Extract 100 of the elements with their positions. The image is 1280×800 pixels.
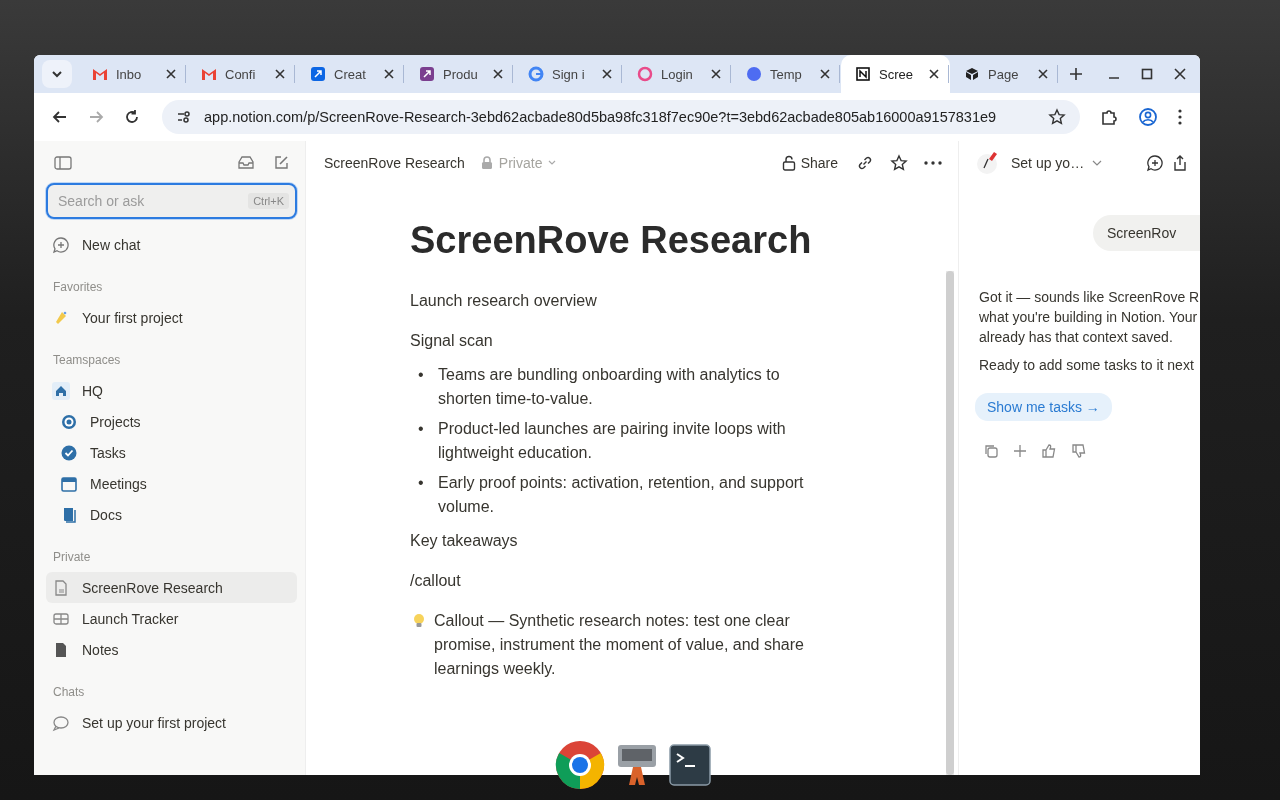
page-title: ScreenRove Research bbox=[410, 218, 813, 263]
show-tasks-button[interactable]: Show me tasks → bbox=[975, 393, 1112, 421]
mail-icon bbox=[201, 66, 217, 82]
shortcut-hint: Ctrl+K bbox=[248, 193, 289, 209]
section-heading: Private bbox=[52, 549, 92, 566]
scrollbar[interactable] bbox=[946, 271, 954, 775]
close-icon[interactable] bbox=[493, 69, 503, 79]
assistant-question: Ready to add some tasks to it next bbox=[979, 356, 1195, 375]
mail-icon bbox=[92, 66, 108, 82]
menu-icon[interactable] bbox=[1178, 109, 1182, 125]
chat-icon bbox=[52, 713, 70, 732]
address-bar[interactable]: app.notion.com/p/ScreenRove-Research-3ebd62acbade80d5ba98fc318f7ec90e?t=3ebd62acbade805ab16000a9157831e9 bbox=[162, 100, 1080, 134]
paragraph-text: Signal scan bbox=[410, 331, 494, 351]
sidebar-item[interactable]: Launch Tracker bbox=[46, 603, 297, 634]
calendar-icon bbox=[60, 474, 78, 493]
assistant-message: Got it — sounds like ScreenRove R what you're building in Notion. Your already has that context saved. bbox=[979, 288, 1200, 347]
browser-tab[interactable]: Scree bbox=[841, 55, 950, 93]
chat-title[interactable]: Set up yo… bbox=[1011, 155, 1085, 171]
chevron-down-icon[interactable] bbox=[1092, 160, 1103, 166]
sidebar-item[interactable]: ScreenRove Research bbox=[46, 572, 297, 603]
close-icon[interactable] bbox=[1174, 68, 1186, 80]
bullet-marker: • bbox=[418, 473, 425, 493]
section-heading: Teamspaces bbox=[52, 352, 122, 369]
sidebar-item[interactable]: Your first project bbox=[46, 302, 297, 333]
section-heading: Chats bbox=[52, 684, 86, 701]
extensions-icon[interactable] bbox=[1100, 108, 1118, 126]
browser-tab[interactable]: Login bbox=[623, 55, 732, 93]
site-icon bbox=[310, 66, 326, 82]
paragraph-text: /callout bbox=[410, 571, 462, 591]
sidebar-item[interactable]: Tasks bbox=[46, 437, 297, 468]
paragraph-text: Launch research overview bbox=[410, 291, 598, 311]
lock-icon bbox=[781, 155, 796, 171]
sidebar-item[interactable]: Meetings bbox=[46, 468, 297, 499]
new-tab-icon[interactable] bbox=[1069, 67, 1083, 81]
url-text: app.notion.com/p/ScreenRove-Research-3ebd62acbade80d5ba98fc318f7ec90e?t=3ebd62acbade805ab16000a9157831e9 bbox=[204, 109, 998, 125]
browser-tab[interactable]: Creat bbox=[296, 55, 405, 93]
maximize-icon[interactable] bbox=[1141, 68, 1153, 80]
bullet-marker: • bbox=[418, 365, 425, 385]
close-icon[interactable] bbox=[820, 69, 830, 79]
bullet-text: Teams are bundling onboarding with analytics to shorten time-to-value. bbox=[438, 365, 781, 409]
sidebar-item[interactable]: Projects bbox=[46, 406, 297, 437]
site-icon bbox=[419, 66, 435, 82]
more-icon[interactable] bbox=[924, 161, 942, 165]
caret-icon bbox=[51, 70, 63, 78]
close-icon[interactable] bbox=[275, 69, 285, 79]
link-icon[interactable] bbox=[856, 154, 874, 172]
reload-icon[interactable] bbox=[124, 109, 140, 125]
paragraph-text: Key takeaways bbox=[410, 531, 519, 551]
profile-icon[interactable] bbox=[1138, 107, 1158, 127]
close-icon[interactable] bbox=[1038, 69, 1048, 79]
home-icon bbox=[52, 381, 70, 400]
site-icon bbox=[746, 66, 762, 82]
close-icon[interactable] bbox=[929, 69, 939, 79]
machine-icon[interactable] bbox=[617, 743, 657, 787]
browser-tab[interactable]: Sign i bbox=[514, 55, 623, 93]
close-icon[interactable] bbox=[384, 69, 394, 79]
chat-plus-icon[interactable] bbox=[1146, 154, 1164, 172]
close-icon[interactable] bbox=[166, 69, 176, 79]
sidebar-item[interactable]: Set up your first project bbox=[46, 707, 297, 738]
bullet-text: Early proof points: activation, retention, and support volume. bbox=[438, 473, 805, 517]
close-icon[interactable] bbox=[711, 69, 721, 79]
site-icon bbox=[855, 66, 871, 82]
site-settings-icon[interactable] bbox=[176, 109, 192, 125]
inbox-icon[interactable] bbox=[237, 155, 255, 171]
cube-icon bbox=[964, 66, 980, 82]
section-heading: Favorites bbox=[52, 279, 104, 296]
chrome-icon[interactable] bbox=[555, 740, 605, 790]
sidebar-item[interactable]: Docs bbox=[46, 499, 297, 530]
breadcrumb[interactable]: ScreenRove Research bbox=[324, 155, 465, 171]
site-icon bbox=[637, 66, 653, 82]
share-button[interactable]: Share bbox=[781, 155, 838, 171]
star-icon[interactable] bbox=[890, 154, 908, 172]
user-message: ScreenRov bbox=[1093, 215, 1200, 251]
browser-tab[interactable]: Confi bbox=[187, 55, 296, 93]
sidebar-item[interactable]: Notes bbox=[46, 634, 297, 665]
browser-tab[interactable]: Page bbox=[950, 55, 1059, 93]
share-icon[interactable] bbox=[1172, 154, 1188, 172]
browser-tab[interactable]: Temp bbox=[732, 55, 841, 93]
thumbs-up-icon[interactable] bbox=[1041, 443, 1057, 459]
browser-tab[interactable]: Produ bbox=[405, 55, 514, 93]
tab-search-button[interactable] bbox=[42, 60, 72, 88]
bullet-text: Product-led launches are pairing invite loops with lightweight education. bbox=[438, 419, 787, 463]
lock-icon bbox=[480, 156, 493, 170]
chevron-down-icon bbox=[548, 160, 557, 166]
bullet-marker: • bbox=[418, 419, 425, 439]
new-page-icon[interactable] bbox=[273, 155, 289, 171]
callout-text: Callout — Synthetic research notes: test one clear promise, instrument the moment of value, and share learnings weekly. bbox=[434, 611, 805, 679]
terminal-icon[interactable] bbox=[669, 744, 711, 786]
browser-tab[interactable]: Inbo bbox=[78, 55, 187, 93]
sidebar-toggle-icon[interactable] bbox=[54, 156, 72, 170]
copy-icon[interactable] bbox=[983, 443, 999, 459]
target-icon bbox=[60, 412, 78, 431]
letter-g-icon bbox=[528, 66, 544, 82]
thumbs-down-icon[interactable] bbox=[1071, 443, 1087, 459]
close-icon[interactable] bbox=[602, 69, 612, 79]
back-icon[interactable] bbox=[52, 109, 68, 125]
chat-plus-icon bbox=[52, 235, 70, 254]
sidebar-item[interactable]: New chat bbox=[46, 229, 297, 260]
sidebar-item[interactable]: HQ bbox=[46, 375, 297, 406]
bookmark-star-icon[interactable] bbox=[1048, 108, 1066, 126]
